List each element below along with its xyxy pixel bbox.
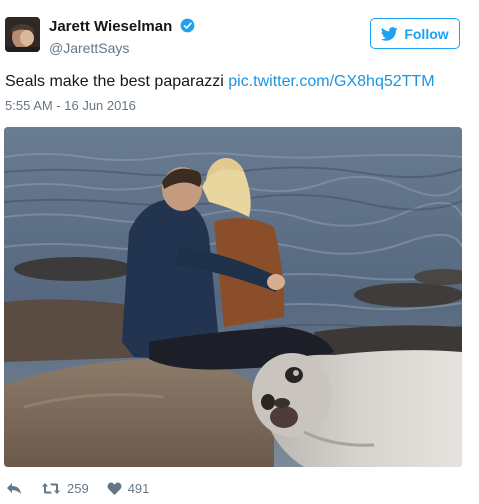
author-name-text: Jarett Wieselman: [49, 18, 173, 35]
like-button[interactable]: 491: [107, 480, 150, 496]
verified-badge-icon: [181, 18, 195, 33]
photo-couple-and-seal: [4, 127, 462, 467]
follow-button-label: Follow: [404, 25, 449, 42]
author-handle[interactable]: @JarettSays: [49, 40, 129, 56]
tweet-media-link[interactable]: pic.twitter.com/GX8hq52TTM: [228, 73, 434, 90]
tweet-card: Jarett Wieselman @JarettSays Follow Seal…: [0, 0, 479, 504]
twitter-bird-icon: [381, 26, 398, 41]
retweet-button[interactable]: 259: [41, 481, 89, 496]
avatar[interactable]: [5, 17, 40, 52]
follow-button[interactable]: Follow: [370, 18, 460, 49]
retweet-count: 259: [67, 480, 89, 496]
tweet-body: Seals make the best paparazzi: [5, 73, 229, 90]
tweet-timestamp[interactable]: 5:55 AM - 16 Jun 2016: [5, 98, 136, 113]
reply-icon: [7, 482, 21, 494]
heart-icon: [107, 482, 122, 495]
like-count: 491: [127, 480, 150, 496]
tweet-photo[interactable]: [4, 127, 462, 467]
retweet-icon: [42, 482, 60, 494]
tweet-text: Seals make the best paparazzi pic.twitte…: [5, 73, 435, 91]
tweet-actions: 259 491: [6, 478, 149, 498]
reply-button[interactable]: [6, 482, 22, 495]
author-name[interactable]: Jarett Wieselman: [49, 18, 195, 35]
